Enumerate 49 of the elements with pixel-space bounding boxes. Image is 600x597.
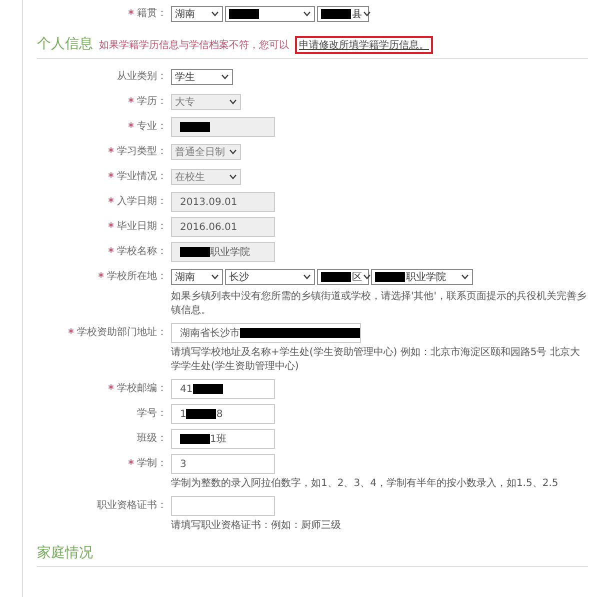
- section-title: 家庭情况: [37, 544, 93, 562]
- caret-icon: [303, 274, 311, 280]
- caret-icon: [229, 174, 237, 180]
- dropdown[interactable]: 湖南: [171, 269, 223, 285]
- input-field[interactable]: 1班: [171, 429, 275, 449]
- caret-icon: [461, 274, 469, 280]
- field-label: 学历：: [137, 96, 167, 107]
- dropdown[interactable]: 长沙: [225, 269, 315, 285]
- caret-icon: [229, 99, 237, 105]
- field-label: 学校名称：: [117, 246, 167, 257]
- caret-icon: [363, 11, 371, 17]
- dropdown[interactable]: 区: [317, 269, 369, 285]
- field-label: 学校邮编：: [117, 383, 167, 394]
- field-label: 毕业日期：: [117, 221, 167, 232]
- edit-info-link[interactable]: 申请修改所填学籍学历信息。: [295, 36, 433, 54]
- dropdown[interactable]: 职业学院: [371, 269, 473, 285]
- field-label: 学校资助部门地址：: [77, 327, 167, 338]
- field-hint: 请填写学校地址及名称+学生处(学生资助管理中心) 例如：北京市海淀区颐和园路5号 北京大学学生处(学生资助管理中心): [171, 346, 581, 374]
- caret-icon: [211, 274, 219, 280]
- field-label: 职业资格证书：: [97, 500, 167, 511]
- field-label: 学校所在地：: [107, 271, 167, 282]
- field-label: 学号：: [137, 408, 167, 419]
- caret-icon: [363, 274, 371, 280]
- dropdown[interactable]: 湖南: [171, 6, 223, 22]
- field-label: 学业情况：: [117, 171, 167, 182]
- dropdown[interactable]: [225, 6, 315, 22]
- caret-icon: [303, 11, 311, 17]
- notice-text: 如果学籍学历信息与学信档案不符，您可以: [99, 38, 289, 52]
- field-label: 学制：: [137, 458, 167, 469]
- caret-icon: [211, 11, 219, 17]
- input-field[interactable]: 1 8: [171, 404, 275, 424]
- field-label: 班级：: [137, 433, 167, 444]
- field-hint: 请填写职业资格证书：例如：厨师三级: [171, 519, 342, 533]
- section-title: 个人信息: [37, 35, 93, 53]
- field-label: 学习类型：: [117, 146, 167, 157]
- caret-icon: [221, 74, 229, 80]
- field-label: 从业类别：: [117, 71, 167, 82]
- input-field[interactable]: 湖南省长沙市: [171, 323, 361, 343]
- input-field[interactable]: 41: [171, 379, 275, 399]
- field-hint: 学制为整数的录入阿拉伯数字，如1、2、3、4，学制有半年的按小数录入，如1.5、2.5: [171, 477, 560, 491]
- dropdown[interactable]: 县: [317, 6, 369, 22]
- field-hint: 如果乡镇列表中没有您所需的乡镇街道或学校，请选择'其他'，联系页面提示的兵役机关完善乡镇信息。: [171, 290, 588, 318]
- dropdown[interactable]: 学生: [171, 69, 233, 85]
- field-label: 入学日期：: [117, 196, 167, 207]
- field-label: 籍贯：: [137, 8, 167, 19]
- field-label: 专业：: [137, 121, 167, 132]
- input-field[interactable]: [171, 496, 275, 516]
- input-field[interactable]: 3: [171, 454, 275, 474]
- caret-icon: [229, 149, 237, 155]
